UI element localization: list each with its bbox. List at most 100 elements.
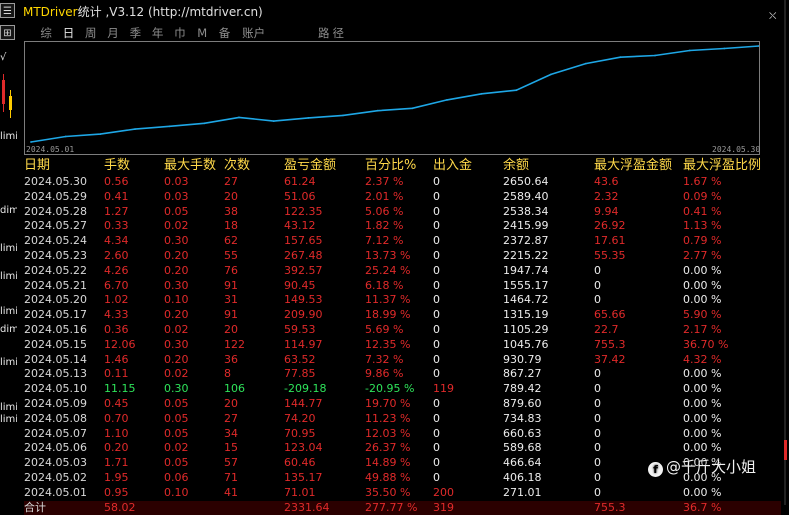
- table-row[interactable]: 2024.05.20 1.02 0.10 31 149.53 11.37 % 0 1464.7…: [24, 293, 781, 308]
- table-cell-pct: 18.99 %: [365, 308, 411, 322]
- balance-point: [134, 128, 136, 130]
- table-row[interactable]: 2024.05.30 0.56 0.03 27 61.24 2.37 % 0 2650.64 4…: [24, 175, 781, 190]
- table-row[interactable]: 2024.05.06 0.20 0.02 15 123.04 26.37 % 0 589.68…: [24, 441, 781, 456]
- table-row[interactable]: 2024.05.07 1.10 0.05 34 70.95 12.03 % 0 660.63 0…: [24, 427, 781, 442]
- period-tab[interactable]: 账户: [236, 25, 272, 41]
- table-cell-date: 2024.05.28: [24, 204, 87, 218]
- table-cell-balance: 867.27: [503, 367, 542, 381]
- table-cell-io: 0: [433, 293, 440, 307]
- table-row[interactable]: 2024.05.14 1.46 0.20 36 63.52 7.32 % 0 930.79 37…: [24, 353, 781, 368]
- table-row[interactable]: 2024.05.13 0.11 0.02 8 77.85 9.86 % 0 867.27 0 0.…: [24, 367, 781, 382]
- period-tab[interactable]: 季: [124, 25, 146, 41]
- table-cell-count: 71: [224, 470, 238, 484]
- table-cell-pnl: 392.57: [284, 263, 323, 277]
- total-cell-pnl: 2331.64: [284, 500, 330, 514]
- period-tab[interactable]: 年: [146, 25, 168, 41]
- balance-chart-svg: [30, 45, 759, 143]
- balance-chart: [24, 41, 760, 155]
- strip-label: dimi: [0, 324, 17, 335]
- table-cell-count: 76: [224, 263, 238, 277]
- table-cell-io: 0: [433, 204, 440, 218]
- table-cell-balance: 2650.64: [503, 175, 549, 188]
- table-cell-lots: 1.95: [104, 470, 129, 484]
- table-cell-count: 62: [224, 234, 238, 248]
- table-cell-fp-pct: 2.17 %: [683, 322, 722, 336]
- table-cell-balance: 734.83: [503, 411, 542, 425]
- watermark: f @千斤大小姐: [648, 456, 756, 477]
- table-row[interactable]: 2024.05.23 2.60 0.20 55 267.48 13.73 % 0 2215.2…: [24, 249, 781, 264]
- table-cell-fp-pct: 2.77 %: [683, 248, 722, 262]
- table-cell-max-lots: 0.02: [164, 322, 189, 336]
- table-cell-fp-amt: 0: [594, 485, 601, 499]
- right-chart-strip: [784, 0, 787, 505]
- table-cell-max-lots: 0.03: [164, 175, 189, 188]
- total-cell-pct: 277.77 %: [365, 500, 418, 514]
- table-row[interactable]: 2024.05.01 0.95 0.10 41 71.01 35.50 % 200 271.0…: [24, 486, 781, 501]
- table-row[interactable]: 2024.05.27 0.33 0.02 18 43.12 1.82 % 0 2415.99 2…: [24, 219, 781, 234]
- table-row[interactable]: 2024.05.10 11.15 0.30 106 -209.18 -20.95 % 119…: [24, 382, 781, 397]
- close-icon[interactable]: ⛌: [769, 11, 776, 22]
- period-tab[interactable]: 巾: [169, 25, 191, 41]
- table-cell-fp-amt: 0: [594, 456, 601, 470]
- sidebar-toggle-icon[interactable]: ⊞: [0, 25, 15, 40]
- column-header: 余额: [503, 158, 530, 173]
- period-tab[interactable]: 月: [102, 25, 124, 41]
- period-tab[interactable]: 备: [213, 25, 235, 41]
- table-cell-pct: 1.82 %: [365, 219, 404, 233]
- table-cell-balance: 589.68: [503, 441, 542, 455]
- balance-point: [584, 62, 587, 65]
- table-cell-balance: 2415.99: [503, 219, 549, 233]
- table-row[interactable]: 2024.05.15 12.06 0.30 122 114.97 12.35 % 0 1045…: [24, 338, 781, 353]
- table-cell-io: 0: [433, 219, 440, 233]
- table-cell-pnl: 59.53: [284, 322, 316, 336]
- table-cell-fp-pct: 0.09 %: [683, 189, 722, 203]
- table-cell-fp-amt: 37.42: [594, 352, 626, 366]
- table-cell-lots: 12.06: [104, 337, 136, 351]
- table-row[interactable]: 2024.05.21 6.70 0.30 91 90.45 6.18 % 0 1555.17 0…: [24, 279, 781, 294]
- table-body: 2024.05.30 0.56 0.03 27 61.24 2.37 % 0 2650.64 4…: [24, 175, 781, 501]
- table-row[interactable]: 2024.05.08 0.70 0.05 27 74.20 11.23 % 0 734.83 0…: [24, 412, 781, 427]
- table-cell-fp-amt: 0: [594, 441, 601, 455]
- table-row[interactable]: 2024.05.16 0.36 0.02 20 59.53 5.69 % 0 1105.29 2…: [24, 323, 781, 338]
- total-cell-fp-pct: 36.7 %: [683, 500, 722, 514]
- table-cell-max-lots: 0.20: [164, 352, 189, 366]
- table-cell-date: 2024.05.14: [24, 352, 87, 366]
- period-tab[interactable]: M: [191, 25, 213, 41]
- table-cell-count: 38: [224, 204, 238, 218]
- table-cell-date: 2024.05.17: [24, 308, 87, 322]
- table-cell-count: 122: [224, 337, 245, 351]
- menu-icon[interactable]: ☰: [0, 3, 15, 18]
- table-cell-io: 0: [433, 189, 440, 203]
- strip-label: limi: [0, 243, 17, 254]
- table-row[interactable]: 2024.05.28 1.27 0.05 38 122.35 5.06 % 0 2538.34…: [24, 205, 781, 220]
- balance-point: [515, 89, 518, 92]
- table-cell-pct: 6.18 %: [365, 278, 404, 292]
- period-tab[interactable]: 日: [57, 25, 79, 41]
- table-row[interactable]: 2024.05.29 0.41 0.03 20 51.06 2.01 % 0 2589.40 2…: [24, 190, 781, 205]
- balance-point: [411, 107, 414, 110]
- table-row[interactable]: 2024.05.22 4.26 0.20 76 392.57 25.24 % 0 1947.7…: [24, 264, 781, 279]
- table-cell-date: 2024.05.09: [24, 396, 87, 410]
- table-cell-io: 0: [433, 263, 440, 277]
- period-tab[interactable]: 周: [80, 25, 102, 41]
- left-chart-strip: ☰ ⊞ √ limi dimi limi limi limi dimi limi…: [0, 0, 17, 505]
- tab-route[interactable]: 路径: [318, 25, 347, 41]
- period-tab[interactable]: 综: [35, 25, 57, 41]
- table-cell-max-lots: 0.30: [164, 382, 189, 396]
- table-cell-lots: 4.26: [104, 263, 129, 277]
- table-cell-fp-pct: 0.00 %: [683, 382, 722, 396]
- table-cell-balance: 1315.19: [503, 308, 549, 322]
- table-cell-fp-amt: 0: [594, 278, 601, 292]
- table-row[interactable]: 2024.05.24 4.34 0.30 62 157.65 7.12 % 0 2372.87…: [24, 234, 781, 249]
- table-row[interactable]: 2024.05.17 4.33 0.20 91 209.90 18.99 % 0 1315.1…: [24, 308, 781, 323]
- table-cell-pct: 25.24 %: [365, 263, 411, 277]
- balance-point: [619, 56, 622, 59]
- table-cell-lots: 4.34: [104, 234, 129, 248]
- balance-point: [376, 109, 379, 112]
- table-cell-count: 18: [224, 219, 238, 233]
- table-cell-balance: 466.64: [503, 456, 542, 470]
- table-cell-max-lots: 0.05: [164, 411, 189, 425]
- table-cell-max-lots: 0.30: [164, 278, 189, 292]
- table-cell-pnl: 149.53: [284, 293, 323, 307]
- table-row[interactable]: 2024.05.09 0.45 0.05 20 144.77 19.70 % 0 879.60…: [24, 397, 781, 412]
